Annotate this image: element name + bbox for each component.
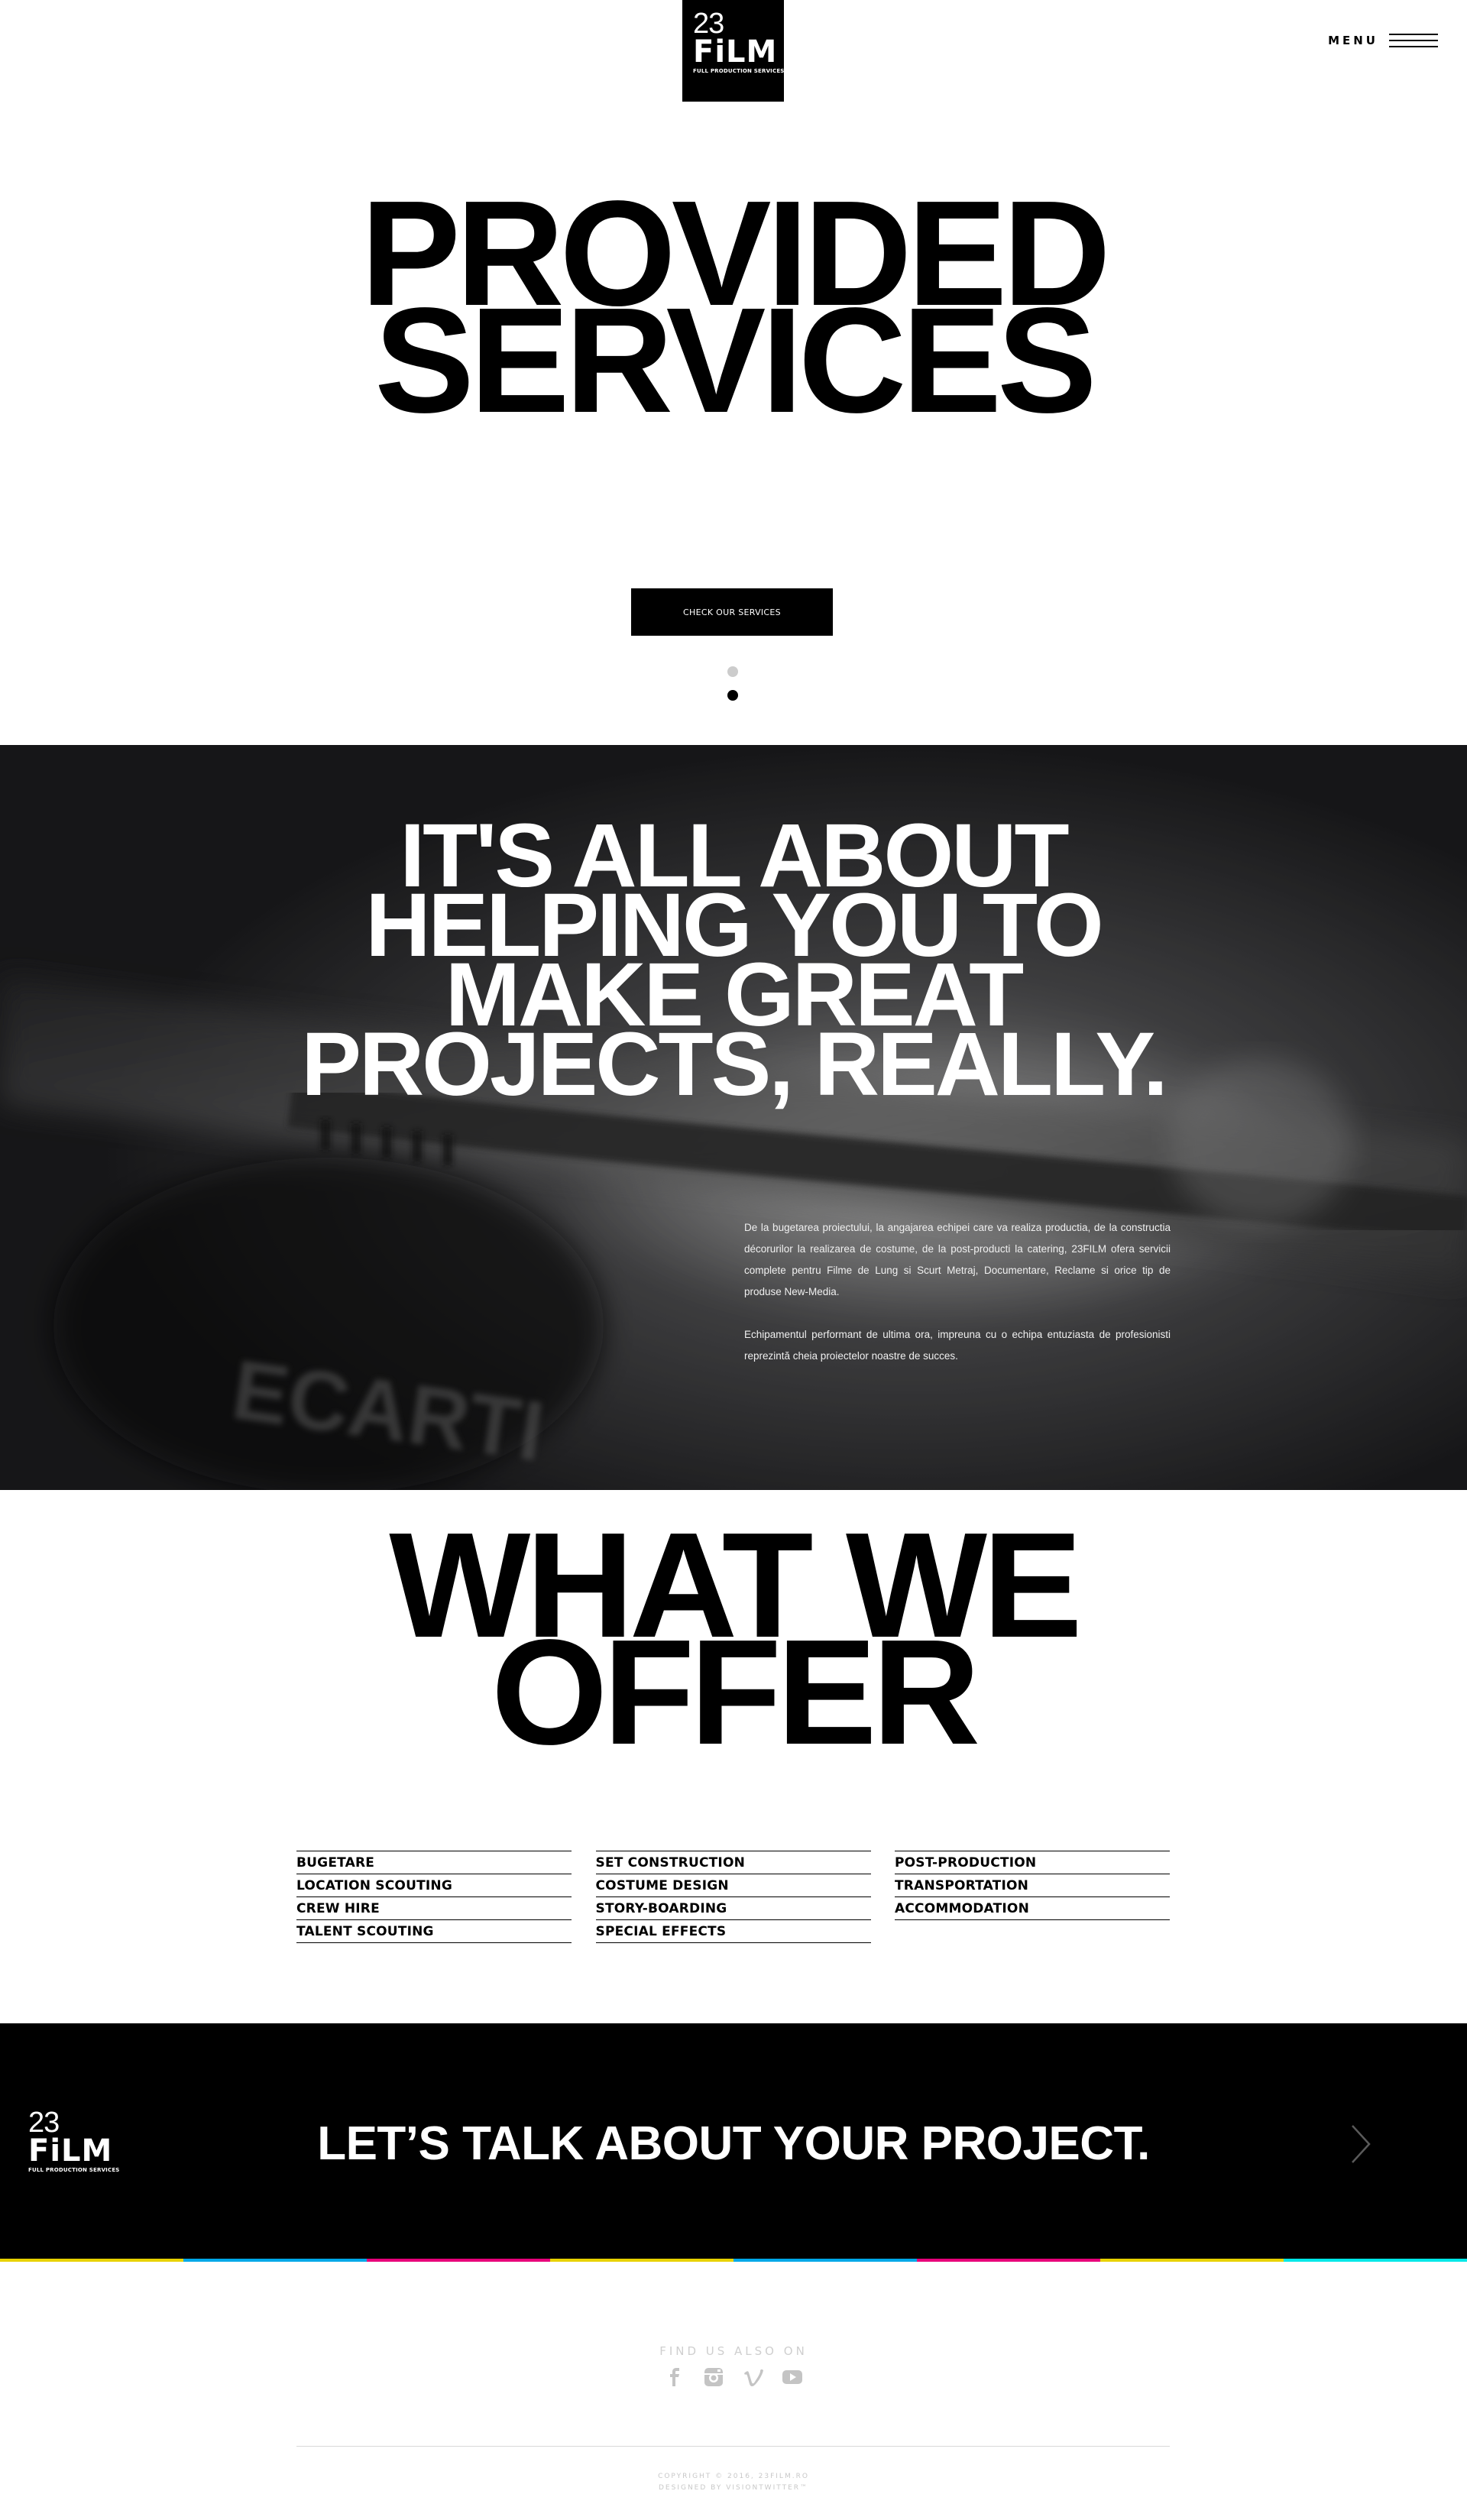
instagram-icon[interactable]	[702, 2366, 725, 2389]
offer-item: POST-PRODUCTION	[895, 1851, 1170, 1874]
about-paragraph: De la bugetarea proiectului, la angajare…	[744, 1222, 1171, 1297]
offer-column: POST-PRODUCTION TRANSPORTATION ACCOMMODA…	[895, 1851, 1170, 1943]
about-description: De la bugetarea proiectului, la angajare…	[744, 1217, 1171, 1388]
hero-title: PROVIDED SERVICES	[0, 179, 1467, 444]
offer-item: TALENT SCOUTING	[296, 1920, 572, 1943]
color-strip-segment	[550, 2259, 734, 2262]
offer-list: BUGETARE LOCATION SCOUTING CREW HIRE TAL…	[296, 1851, 1170, 1943]
social-links	[663, 2366, 804, 2389]
about-paragraph: Echipamentul performant de ultima ora, i…	[744, 1329, 1171, 1362]
color-strip-segment	[734, 2259, 917, 2262]
logo-number: 23	[693, 8, 724, 40]
offer-item: CREW HIRE	[296, 1897, 572, 1920]
offer-item: LOCATION SCOUTING	[296, 1874, 572, 1897]
offer-title: WHAT WE OFFER	[0, 1511, 1467, 1776]
chevron-right-icon[interactable]	[1349, 2123, 1372, 2165]
color-strip-segment	[183, 2259, 367, 2262]
find-us-label: FIND US ALSO ON	[659, 2344, 808, 2358]
logo-tagline: FULL PRODUCTION SERVICES	[693, 68, 785, 74]
color-strip-segment	[917, 2259, 1100, 2262]
offer-title-line: OFFER	[491, 1608, 980, 1776]
copyright-text: COPYRIGHT © 2016, 23FILM.RO	[658, 2473, 809, 2480]
designer-credit[interactable]: DESIGNED BY VISIONTWITTER™	[0, 2484, 1467, 2492]
offer-item: STORY-BOARDING	[595, 1897, 871, 1920]
menu-label: MENU	[1328, 34, 1378, 47]
vimeo-icon[interactable]	[742, 2366, 765, 2389]
offer-column: BUGETARE LOCATION SCOUTING CREW HIRE TAL…	[296, 1851, 572, 1943]
slide-dot-2-active[interactable]	[727, 690, 738, 701]
color-strip-segment	[0, 2259, 183, 2262]
menu-button[interactable]: MENU	[1328, 31, 1438, 50]
hamburger-icon	[1389, 31, 1438, 50]
offer-item: SPECIAL EFFECTS	[595, 1920, 871, 1943]
about-section: ECARTI IT'S ALL ABOUT HELPING YOU TO MAK…	[0, 745, 1467, 1490]
color-strip-segment	[367, 2259, 550, 2262]
color-strip	[0, 2259, 1467, 2262]
brand-logo[interactable]: 23 FiLM FULL PRODUCTION SERVICES	[682, 0, 784, 102]
logo-wordmark: FiLM	[693, 34, 778, 70]
offer-item: BUGETARE	[296, 1851, 572, 1874]
facebook-icon[interactable]	[663, 2366, 686, 2389]
check-services-button[interactable]: CHECK OUR SERVICES	[631, 588, 833, 636]
offer-item: COSTUME DESIGN	[595, 1874, 871, 1897]
hero-title-line: SERVICES	[374, 277, 1097, 444]
contact-cta-title[interactable]: LET’S TALK ABOUT YOUR PROJECT.	[0, 2118, 1467, 2170]
offer-column: SET CONSTRUCTION COSTUME DESIGN STORY-BO…	[595, 1851, 871, 1943]
youtube-icon[interactable]	[781, 2366, 804, 2389]
slide-dot-1[interactable]	[727, 666, 738, 677]
offer-item: ACCOMMODATION	[895, 1897, 1170, 1920]
offer-item: TRANSPORTATION	[895, 1874, 1170, 1897]
about-title-line: PROJECTS, REALLY.	[301, 1014, 1167, 1115]
offer-item: SET CONSTRUCTION	[595, 1851, 871, 1874]
footer-divider	[296, 2446, 1170, 2447]
contact-section: 23 FiLM FULL PRODUCTION SERVICES LET’S T…	[0, 2023, 1467, 2260]
color-strip-segment	[1100, 2259, 1284, 2262]
color-strip-segment	[1284, 2259, 1467, 2262]
about-title: IT'S ALL ABOUT HELPING YOU TO MAKE GREAT…	[0, 811, 1467, 1115]
